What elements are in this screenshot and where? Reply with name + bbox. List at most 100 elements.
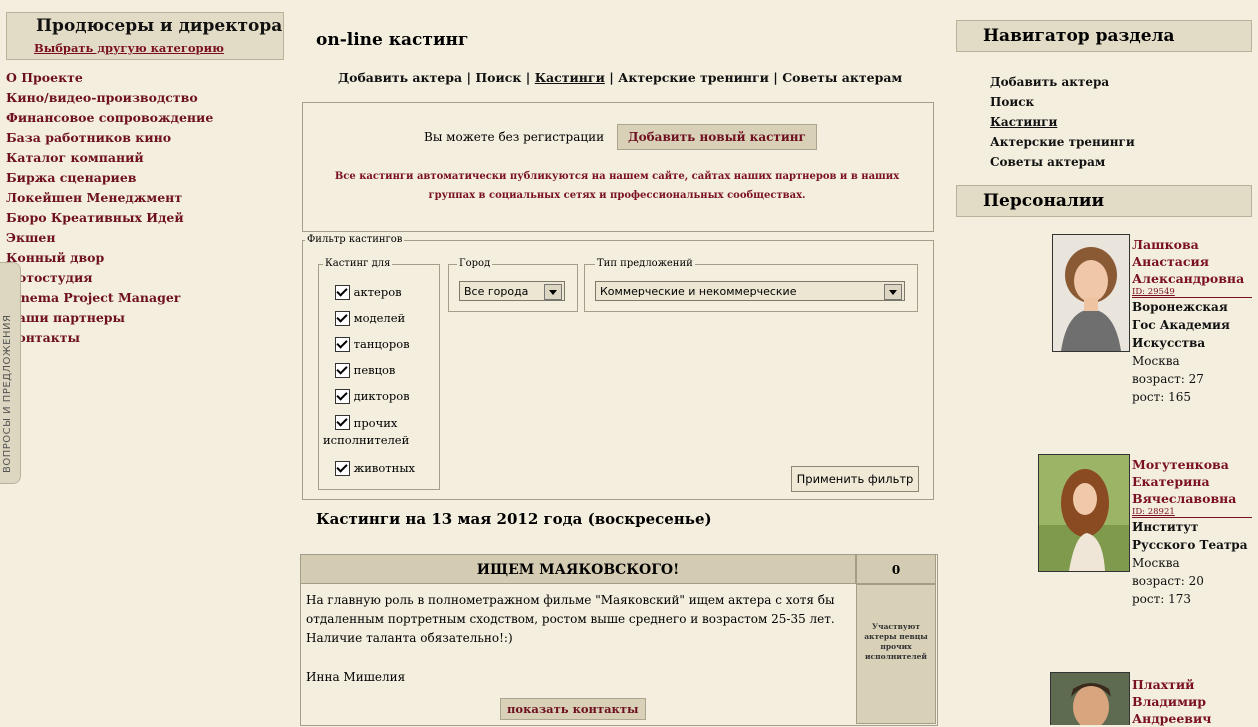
person-name[interactable]: Могутенкова Екатерина Вячеславовна xyxy=(1132,456,1254,507)
type-select-value: Коммерческие и некоммерческие xyxy=(600,285,797,298)
option-dancers[interactable]: танцоров xyxy=(335,337,410,352)
casting-count: 0 xyxy=(856,554,936,584)
type-fieldset: Тип предложений Коммерческие и некоммерч… xyxy=(584,258,918,312)
menu-item-action[interactable]: Экшен xyxy=(6,228,236,248)
feedback-tab-label: ВОПРОСЫ И ПРЕДЛОЖЕНИЯ xyxy=(2,314,13,473)
rnav-add-actor[interactable]: Добавить актера xyxy=(990,72,1135,92)
section-navigator-header: Навигатор раздела xyxy=(956,20,1252,52)
person-school: Воронежская Гос Академия Искусства xyxy=(1132,300,1230,350)
casting-title[interactable]: ИЩЕМ МАЯКОВСКОГО! xyxy=(300,554,856,584)
person-photo-image xyxy=(1039,455,1129,571)
checkbox-models[interactable] xyxy=(335,311,350,326)
cast-for-fieldset: Кастинг для актеров моделей танцоров пев… xyxy=(318,258,440,490)
person-id[interactable]: ID: 28921 xyxy=(1132,507,1252,518)
rnav-castings[interactable]: Кастинги xyxy=(990,112,1135,132)
checkbox-other[interactable] xyxy=(335,415,350,430)
city-select-value: Все города xyxy=(464,285,529,298)
person-age: возраст: 20 xyxy=(1132,574,1204,588)
feedback-tab[interactable]: ВОПРОСЫ И ПРЕДЛОЖЕНИЯ xyxy=(0,262,21,484)
person-height: рост: 165 xyxy=(1132,390,1192,404)
menu-item-workers-db[interactable]: База работников кино xyxy=(6,128,236,148)
cast-for-legend: Кастинг для xyxy=(323,258,393,269)
add-casting-button[interactable]: Добавить новый кастинг xyxy=(617,124,817,150)
menu-item-horse-yard[interactable]: Конный двор xyxy=(6,248,236,268)
type-select[interactable]: Коммерческие и некоммерческие xyxy=(595,281,905,301)
person-id[interactable]: ID: 29549 xyxy=(1132,287,1252,298)
person-name[interactable]: Лашкова Анастасия Александровна xyxy=(1132,236,1254,287)
person-photo[interactable] xyxy=(1050,672,1130,725)
nav-advice[interactable]: Советы актерам xyxy=(782,70,902,85)
menu-item-partners[interactable]: Наши партнеры xyxy=(6,308,236,328)
apply-filter-button[interactable]: Применить фильтр xyxy=(791,466,919,492)
change-category-link[interactable]: Выбрать другую категорию xyxy=(34,41,224,55)
menu-item-finance[interactable]: Финансовое сопровождение xyxy=(6,108,236,128)
person-card: Могутенкова Екатерина Вячеславовна ID: 2… xyxy=(1132,456,1254,608)
option-dancers-label: танцоров xyxy=(353,337,410,351)
checkbox-actors[interactable] xyxy=(335,285,350,300)
left-menu: О Проекте Кино/видео-производство Финанс… xyxy=(6,68,236,348)
menu-item-location[interactable]: Локейшен Менеджмент xyxy=(6,188,236,208)
category-title: Продюсеры и директора xyxy=(36,16,283,36)
nav-castings[interactable]: Кастинги xyxy=(535,70,605,85)
rnav-advice[interactable]: Советы актерам xyxy=(990,152,1135,172)
city-legend: Город xyxy=(457,258,493,269)
city-select[interactable]: Все города xyxy=(459,281,565,301)
nav-add-actor[interactable]: Добавить актера xyxy=(338,70,462,85)
person-card: Лашкова Анастасия Александровна ID: 2954… xyxy=(1132,236,1254,406)
menu-item-companies[interactable]: Каталог компаний xyxy=(6,148,236,168)
rnav-trainings[interactable]: Актерские тренинги xyxy=(990,132,1135,152)
chevron-down-icon[interactable] xyxy=(884,284,902,300)
casting-author: Инна Мишелия xyxy=(306,670,406,684)
checkbox-announcers[interactable] xyxy=(335,389,350,404)
page-title: on-line кастинг xyxy=(316,30,469,50)
rnav-search[interactable]: Поиск xyxy=(990,92,1135,112)
section-nav: Добавить актера | Поиск | Кастинги | Акт… xyxy=(338,70,903,85)
register-text: Вы можете без регистрации xyxy=(424,130,605,144)
menu-item-film-production[interactable]: Кино/видео-производство xyxy=(6,88,236,108)
menu-item-scripts[interactable]: Биржа сценариев xyxy=(6,168,236,188)
person-age: возраст: 27 xyxy=(1132,372,1204,386)
person-city: Москва xyxy=(1132,354,1180,368)
menu-item-contacts[interactable]: Контакты xyxy=(6,328,236,348)
date-heading: Кастинги на 13 мая 2012 года (воскресень… xyxy=(316,510,712,528)
show-contacts-button[interactable]: показать контакты xyxy=(500,698,646,720)
option-models[interactable]: моделей xyxy=(335,311,405,326)
city-fieldset: Город Все города xyxy=(448,258,578,312)
person-card: Плахтий Владимир Андреевич xyxy=(1132,676,1254,727)
publish-notice: Все кастинги автоматически публикуются н… xyxy=(334,171,900,201)
person-city: Москва xyxy=(1132,556,1180,570)
checkbox-animals[interactable] xyxy=(335,461,350,476)
person-name[interactable]: Плахтий Владимир Андреевич xyxy=(1132,676,1254,727)
person-photo[interactable] xyxy=(1052,234,1130,352)
chevron-down-icon[interactable] xyxy=(544,284,562,300)
nav-trainings[interactable]: Актерские тренинги xyxy=(618,70,769,85)
person-photo[interactable] xyxy=(1038,454,1130,572)
person-school: Институт Русского Театра xyxy=(1132,520,1248,552)
persons-header: Персоналии xyxy=(956,185,1252,217)
option-announcers-label: дикторов xyxy=(353,389,410,403)
casting-description: На главную роль в полнометражном фильме … xyxy=(306,593,835,645)
menu-item-about[interactable]: О Проекте xyxy=(6,68,236,88)
option-animals-label: животных xyxy=(353,461,415,475)
checkbox-singers[interactable] xyxy=(335,363,350,378)
option-singers[interactable]: певцов xyxy=(335,363,395,378)
option-other[interactable]: прочих исполнителей xyxy=(323,415,433,449)
menu-item-creative[interactable]: Бюро Креативных Идей xyxy=(6,208,236,228)
person-photo-image xyxy=(1053,235,1129,351)
person-height: рост: 173 xyxy=(1132,592,1192,606)
person-photo-image xyxy=(1051,673,1129,725)
option-announcers[interactable]: дикторов xyxy=(335,389,410,404)
option-animals[interactable]: животных xyxy=(335,461,415,476)
nav-search[interactable]: Поиск xyxy=(475,70,521,85)
menu-item-photo-studio[interactable]: Фотостудия xyxy=(6,268,236,288)
filter-legend: Фильтр кастингов xyxy=(305,234,405,245)
option-singers-label: певцов xyxy=(353,363,396,377)
menu-item-cinema-pm[interactable]: Cinema Project Manager xyxy=(6,288,236,308)
casting-participants: Участвуют актеры певцы прочих исполнител… xyxy=(864,622,928,661)
option-models-label: моделей xyxy=(353,311,406,325)
option-actors[interactable]: актеров xyxy=(335,285,402,300)
option-actors-label: актеров xyxy=(353,285,402,299)
type-legend: Тип предложений xyxy=(595,258,695,269)
section-navigator: Добавить актера Поиск Кастинги Актерские… xyxy=(990,72,1135,172)
checkbox-dancers[interactable] xyxy=(335,337,350,352)
